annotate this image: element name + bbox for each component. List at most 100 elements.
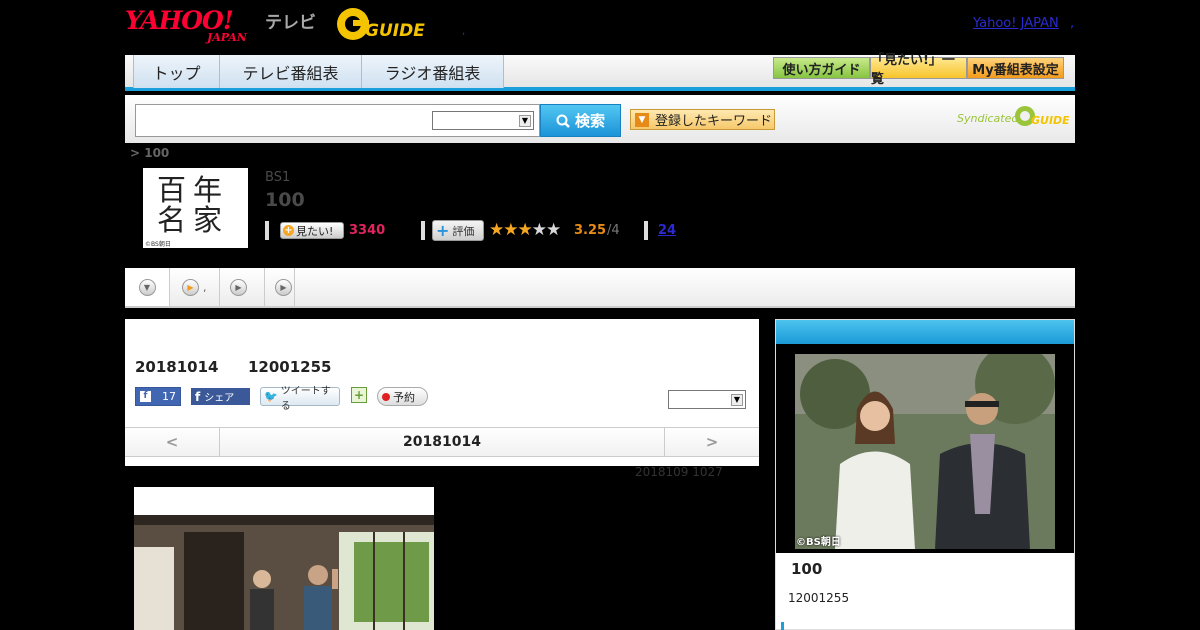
watchlist-button[interactable]: 「見たい!」一覧 xyxy=(870,53,967,87)
prev-date-button[interactable]: < xyxy=(125,428,220,456)
thumbnail-copyright: ©BS朝日 xyxy=(145,241,171,248)
search-button[interactable]: 検索 xyxy=(540,104,621,137)
facebook-like-button[interactable]: f 17 xyxy=(135,387,181,406)
right-panel-header xyxy=(776,320,1074,344)
chevron-down-icon: ▼ xyxy=(731,394,743,406)
stat-divider xyxy=(265,221,269,240)
star-icon: ★ xyxy=(531,220,547,240)
date-navigation: < 20181014 > xyxy=(125,427,759,457)
stat-divider xyxy=(644,221,648,240)
episode-select[interactable]: ▼ xyxy=(668,390,746,409)
stat-divider xyxy=(421,221,425,240)
right-photo-copyright: ©BS朝日 xyxy=(796,537,841,548)
nav-tab-top[interactable]: トップ xyxy=(133,55,220,88)
page: YAHOO! JAPAN テレビ GUIDE , Yahoo! JAPAN , … xyxy=(0,0,1200,630)
search-bar: ▼ 検索 ▼ 登録したキーワード Syndicated GUIDE xyxy=(125,95,1075,143)
reserve-button[interactable]: 予約 xyxy=(377,387,428,406)
comment-count-link[interactable]: 24 xyxy=(658,223,676,238)
gguide-logo[interactable]: GUIDE xyxy=(335,6,433,42)
thumb-char-1: 百 xyxy=(157,173,188,207)
breadcrumb: > 100 xyxy=(130,146,170,160)
main-nav: トップ テレビ番組表 ラジオ番組表 使い方ガイド 「見たい!」一覧 My番組表設… xyxy=(125,53,1075,91)
right-sidebar-panel: ©BS朝日 100 12001255 xyxy=(775,319,1075,630)
star-icon: ★ xyxy=(503,220,518,240)
current-date: 20181014 xyxy=(403,434,481,450)
subtab-dot: , xyxy=(203,280,207,294)
program-subtabs: ▼ ▶ , ▶ ▶ xyxy=(125,268,1075,308)
facebook-share-label: シェア xyxy=(204,393,235,404)
add-to-calendar-icon[interactable]: + xyxy=(351,387,367,403)
plus-icon: + xyxy=(436,220,450,240)
svg-text:GUIDE: GUIDE xyxy=(365,21,425,41)
reserve-label: 予約 xyxy=(393,390,415,404)
yahoo-japan-logo[interactable]: YAHOO! JAPAN xyxy=(125,6,263,44)
star-icon: ★ xyxy=(546,220,561,240)
syndicated-gguide-logo: Syndicated GUIDE xyxy=(957,103,1069,129)
next-date-button[interactable]: > xyxy=(664,428,759,456)
nav-tab-tv-schedule[interactable]: テレビ番組表 xyxy=(220,55,362,88)
rating-stars: ★★★★★ xyxy=(489,220,561,240)
dropdown-arrow-icon: ▼ xyxy=(635,112,649,127)
program-thumbnail: 百年 名家 ©BS朝日 xyxy=(143,168,248,248)
air-date: 20181014 xyxy=(135,358,219,376)
facebook-like-count: 17 xyxy=(162,390,176,403)
want-to-watch-label: 見たい! xyxy=(296,224,334,238)
subtab-third[interactable]: ▶ xyxy=(220,268,265,306)
plus-icon: + xyxy=(283,225,294,236)
facebook-icon: f xyxy=(140,391,151,402)
air-time: 12001255 xyxy=(248,358,332,376)
header-link-extra: , xyxy=(1070,16,1075,31)
hosts-photo-illustration xyxy=(795,354,1055,549)
channel-name: BS1 xyxy=(265,170,291,185)
gguide-small-logo-icon: GUIDE xyxy=(1015,106,1069,127)
episode-image xyxy=(134,487,434,630)
rate-button[interactable]: + 評価 xyxy=(432,220,484,241)
want-to-watch-button[interactable]: + 見たい! xyxy=(280,222,344,239)
update-timestamp: 2018109 1027 xyxy=(635,465,723,479)
episode-photo-illustration xyxy=(134,515,434,630)
thumb-char-2: 年 xyxy=(193,173,224,207)
right-panel-image-box xyxy=(776,344,1074,553)
thumbnail-logo-text: 百年 名家 xyxy=(157,175,229,235)
right-panel-photo xyxy=(795,354,1055,549)
star-icon: ★ xyxy=(517,220,533,240)
chevron-down-icon: ▼ xyxy=(519,115,531,127)
rating-value: 3.25 xyxy=(574,223,607,238)
tv-label[interactable]: テレビ xyxy=(265,8,316,33)
tweet-label: ツイートする xyxy=(280,385,331,412)
subtab-fourth[interactable]: ▶ xyxy=(265,268,295,306)
section-marker xyxy=(781,622,784,630)
subtab-detail[interactable]: ▼ xyxy=(125,268,170,306)
yahoo-logo-sub: JAPAN xyxy=(207,31,247,44)
subtab-second[interactable]: ▶ , xyxy=(170,268,220,306)
episode-panel: 20181014 12001255 f 17 f シェア 🐦 ツイートする + … xyxy=(125,319,759,466)
search-icon xyxy=(556,114,570,128)
guide-button[interactable]: 使い方ガイド xyxy=(773,57,870,79)
play-icon: ▶ xyxy=(230,278,247,296)
facebook-icon: f xyxy=(195,389,201,404)
right-panel-title: 100 xyxy=(791,560,823,578)
svg-text:GUIDE: GUIDE xyxy=(1031,114,1069,127)
twitter-bird-icon: 🐦 xyxy=(264,390,278,403)
saved-keywords-button[interactable]: ▼ 登録したキーワード xyxy=(630,109,775,130)
yahoo-japan-link[interactable]: Yahoo! JAPAN xyxy=(973,16,1059,31)
program-title: 100 xyxy=(265,189,305,211)
my-schedule-button[interactable]: My番組表設定 xyxy=(967,57,1064,79)
right-panel-time: 12001255 xyxy=(788,591,850,605)
record-dot-icon xyxy=(382,392,390,401)
play-icon: ▶ xyxy=(275,278,292,296)
thumb-char-3: 名 xyxy=(157,203,188,237)
header-link-dot: , xyxy=(462,26,466,37)
star-icon: ★ xyxy=(489,220,504,240)
tweet-button[interactable]: 🐦 ツイートする xyxy=(260,386,340,412)
saved-keywords-label: 登録したキーワード xyxy=(655,114,773,129)
nav-tab-radio-schedule[interactable]: ラジオ番組表 xyxy=(362,55,504,88)
syndicated-label: Syndicated xyxy=(957,112,1019,125)
rate-label: 評価 xyxy=(452,224,475,238)
search-button-label: 検索 xyxy=(574,112,605,130)
facebook-share-button[interactable]: f シェア xyxy=(191,388,250,405)
gguide-logo-graphic: GUIDE xyxy=(337,8,425,41)
play-icon: ▶ xyxy=(182,278,199,296)
chevron-down-icon: ▼ xyxy=(138,278,156,296)
search-category-select[interactable]: ▼ xyxy=(432,111,534,130)
